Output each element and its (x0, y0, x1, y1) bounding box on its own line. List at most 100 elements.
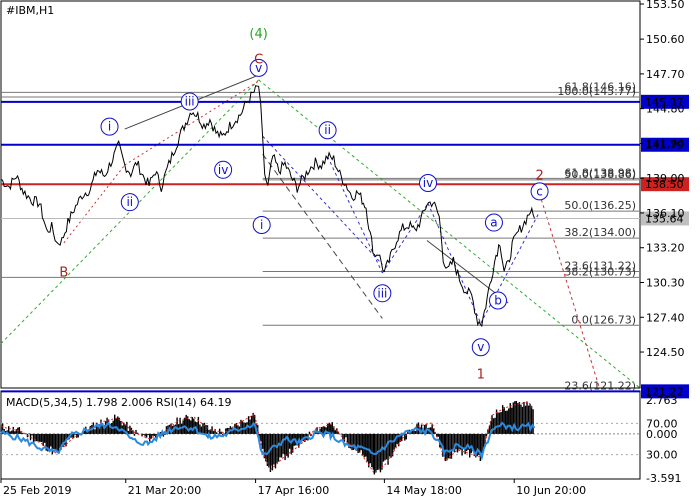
macd-hist-bar (464, 433, 466, 455)
macd-hist-bar (390, 433, 392, 458)
macd-hist-bar (20, 433, 23, 434)
x-tick-label: 21 Mar 20:00 (128, 484, 201, 497)
macd-hist-bar (366, 433, 368, 462)
x-tick-label: 25 Feb 2019 (3, 484, 71, 497)
wave-label: i (108, 120, 111, 134)
macd-hist-bar (446, 433, 448, 461)
macd-hist-bar (503, 407, 505, 434)
wave-label: C (254, 52, 263, 67)
macd-hist-bar (506, 410, 508, 434)
macd-hist-bar (273, 433, 275, 465)
macd-hist-bar (117, 416, 119, 434)
macd-hist-bar (501, 405, 504, 434)
macd-hist-bar (361, 433, 364, 455)
wave-label: B (59, 266, 68, 281)
wave-label: iii (377, 286, 387, 300)
y-tick-label: 130.30 (646, 276, 685, 289)
macd-hist-bar (174, 424, 177, 434)
y-tick-label: 144.80 (646, 103, 685, 116)
macd-hist-bar (381, 433, 383, 470)
trend-lines (0, 74, 641, 389)
macd-hist-bar (241, 421, 244, 434)
macd-hist-bar (417, 422, 420, 434)
macd-hist-bar (193, 418, 195, 434)
macd-hist-bar (523, 401, 525, 434)
wave-label: v (477, 340, 484, 354)
macd-hist-bar (413, 430, 415, 434)
wave-label: 1 (477, 368, 485, 383)
macd-hist-bar (240, 419, 242, 434)
price-series (0, 85, 535, 328)
macd-hist-bar (461, 433, 463, 456)
macd-hist-bar (262, 433, 264, 449)
macd-hist-bar (215, 432, 218, 434)
macd-hist-bar (492, 418, 495, 434)
x-tick-label: 14 May 18:00 (386, 484, 461, 497)
macd-hist-bar (526, 401, 528, 434)
trend-line (539, 193, 600, 389)
trend-line (63, 164, 126, 244)
macd-hist-bar (532, 409, 534, 434)
macd-hist-bar (18, 427, 21, 434)
macd-hist-bar (132, 430, 134, 434)
macd-hist-bar (48, 433, 50, 450)
macd-hist-bar (37, 433, 39, 442)
y-tick-label: 124.50 (646, 346, 685, 359)
price-line (0, 85, 535, 328)
macd-hist-bar (94, 429, 96, 434)
wave-label: a (490, 216, 497, 230)
macd-hist-bar (449, 433, 451, 459)
macd-hist-bar (209, 430, 212, 434)
macd-tick-label: -3.591 (646, 472, 681, 485)
macd-hist-bar (322, 426, 324, 434)
wave-label: c (536, 184, 543, 198)
macd-hist-bar (274, 433, 277, 469)
macd-hist-bar (508, 408, 510, 434)
macd-hist-bar (498, 412, 501, 434)
macd-hist-bar (414, 430, 417, 434)
macd-hist-bar (509, 403, 511, 434)
macd-hist-bar (11, 430, 13, 434)
macd-hist-bar (521, 406, 524, 434)
macd-hist-bar (152, 433, 154, 436)
macd-hist-bar (444, 433, 447, 462)
macd-hist-bar (266, 433, 269, 466)
macd-hist-bar (450, 433, 453, 459)
wave-label: iii (185, 94, 195, 108)
macd-hist-bar (357, 433, 359, 454)
macd-hist-bar (150, 433, 152, 439)
macd-hist-bar (176, 417, 178, 434)
fib-level-label: 50.0(138.86) (564, 168, 636, 181)
time-axis: 25 Feb 2019 21 Mar 20:00 17 Apr 16:00 14 Ma… (0, 479, 586, 497)
macd-hist-bar (277, 433, 280, 462)
macd-hist-bar (153, 433, 155, 437)
macd-hist-bar (12, 426, 14, 434)
macd-hist-bar (31, 433, 33, 436)
macd-hist-bar (334, 430, 337, 434)
y-tick-label: 153.50 (646, 0, 685, 11)
y-tick-label: 133.20 (646, 242, 685, 255)
macd-hist-bar (38, 433, 41, 442)
macd-hist-bar (404, 433, 406, 441)
macd-hist-bar (505, 410, 507, 434)
macd-hist-bar (40, 433, 43, 442)
trend-line (327, 156, 383, 274)
macd-hist-bar (447, 433, 450, 459)
macd-hist-bar (497, 412, 499, 434)
horizontal-levels: 145.37141.79138.50121.22135.64 (1, 94, 689, 399)
macd-tick-label: 0.000 (646, 428, 678, 441)
macd-hist-bar (494, 417, 496, 434)
macd-hist-bar (263, 433, 266, 459)
x-tick-label: 17 Apr 16:00 (258, 484, 330, 497)
fib-level-label: 0.0(126.73) (571, 313, 636, 326)
ibm-h1-chart: 61.8(146.16)100.0(145.77)61.8(138.98)50.… (0, 0, 689, 497)
macd-hist-bar (14, 431, 16, 434)
wave-label: (4) (249, 27, 267, 42)
fib-level-label: 38.2(134.00) (564, 226, 636, 239)
macd-hist-bar (50, 433, 52, 447)
macd-hist-bar (114, 414, 116, 434)
macd-hist-bar (28, 433, 30, 434)
macd-hist-bar (35, 433, 38, 442)
trend-line (0, 79, 259, 344)
fib-level-label: 38.2(130.73) (564, 265, 636, 278)
